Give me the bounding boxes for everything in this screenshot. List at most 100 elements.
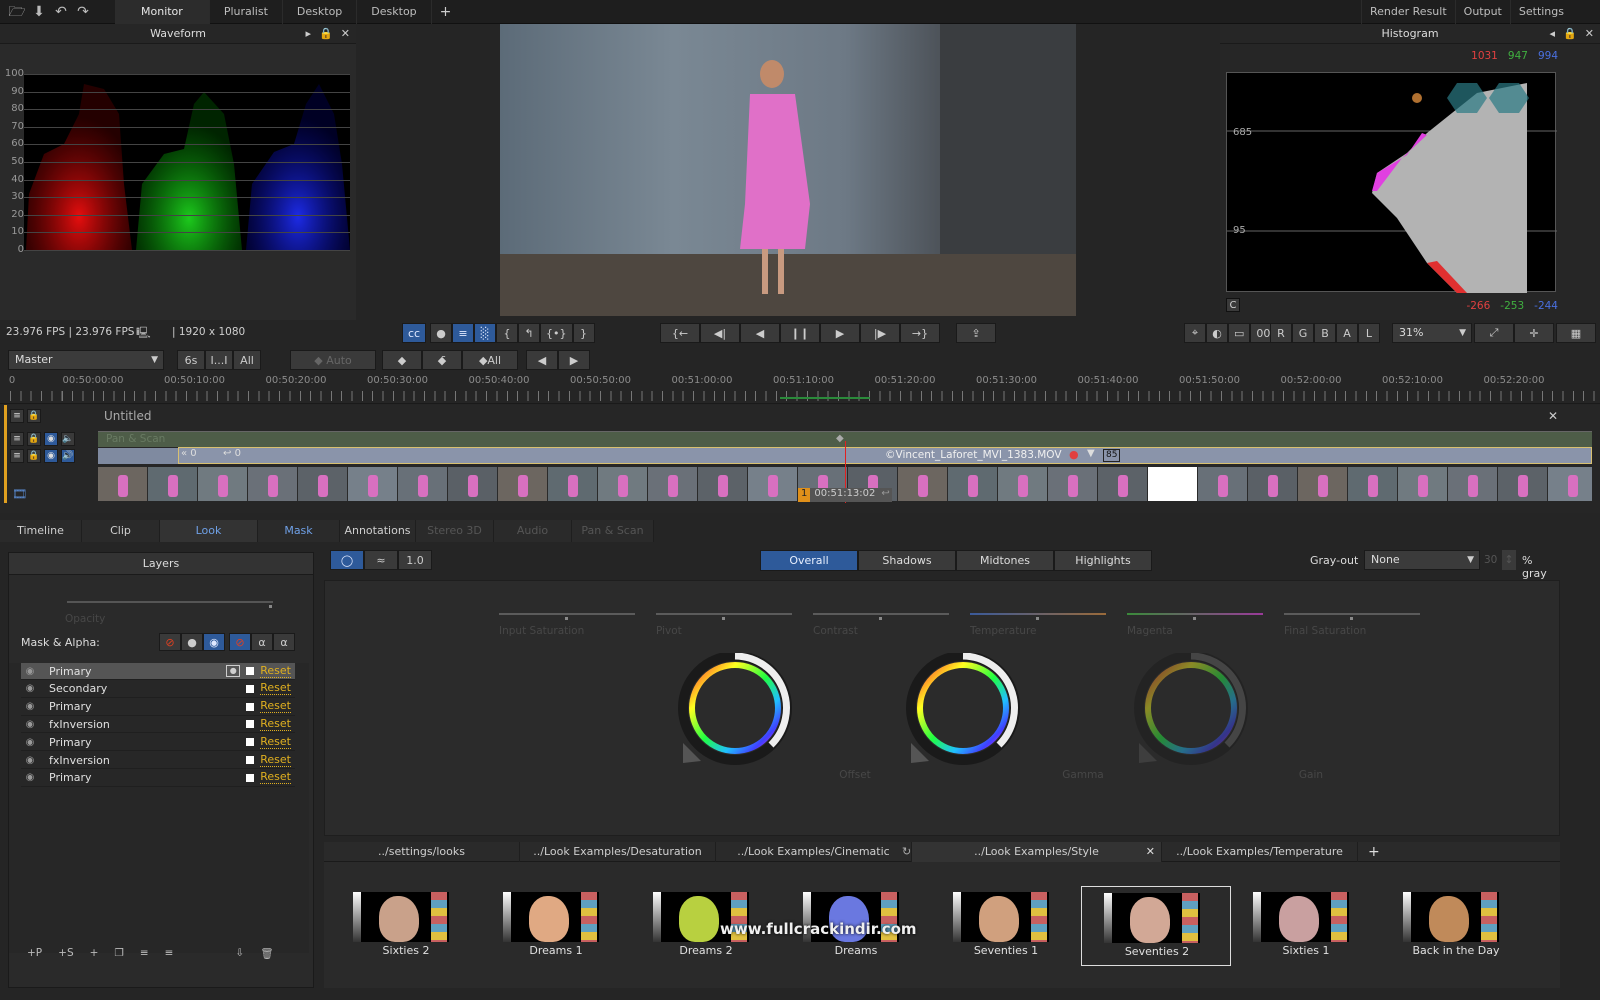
audio-waveform-icon[interactable]: ≡ — [452, 323, 474, 343]
export-frame-icon[interactable]: ⇪ — [956, 323, 996, 343]
color-wheels-mode-icon[interactable]: ◯ — [330, 550, 364, 570]
library-tab[interactable]: ↻ ../Look Examples/Style ✕ — [902, 842, 1162, 862]
delete-layer-icon[interactable]: 🗑 — [260, 947, 273, 960]
mark-out-bracket-icon[interactable]: } — [572, 323, 595, 343]
channel-r-button[interactable]: R — [1270, 323, 1292, 343]
layer-reset-button[interactable]: Reset — [260, 700, 291, 714]
mark-in-bracket-icon[interactable]: { — [496, 323, 518, 343]
slider-input-saturation[interactable]: Input Saturation — [499, 613, 635, 637]
opacity-slider-knob[interactable] — [269, 605, 272, 608]
range-overall-button[interactable]: Overall — [760, 550, 858, 571]
gray-stepper-icon[interactable]: ↕ — [1502, 550, 1516, 570]
track-lock-icon[interactable]: 🔒 — [27, 432, 41, 446]
alpha-inverted-icon[interactable]: α — [273, 633, 295, 651]
scope-toggle-icon[interactable]: ● — [430, 323, 452, 343]
go-to-end-icon[interactable]: →} — [900, 323, 940, 343]
layer-reset-button[interactable]: Reset — [260, 682, 291, 696]
layer-color-swatch[interactable] — [246, 773, 255, 782]
workspace-tab-monitor[interactable]: Monitor — [115, 0, 210, 24]
play-icon[interactable]: ▶ — [820, 323, 860, 343]
slider-final-saturation[interactable]: Final Saturation — [1284, 613, 1420, 637]
close-tab-icon[interactable]: ✕ — [1146, 842, 1155, 862]
slider-knob[interactable] — [1036, 617, 1039, 620]
collapse-icon[interactable]: ◂ — [1550, 24, 1556, 44]
eye-icon[interactable]: ◉ — [21, 683, 39, 694]
slider-pivot[interactable]: Pivot — [656, 613, 792, 637]
save-download-icon[interactable]: ⬇ — [30, 3, 48, 21]
slider-knob[interactable] — [1350, 617, 1353, 620]
look-preset[interactable]: Sixties 1 — [1231, 886, 1381, 966]
module-tab-audio[interactable]: Audio — [494, 520, 572, 542]
eye-icon[interactable]: ◉ — [21, 719, 39, 730]
slider-knob[interactable] — [1193, 617, 1196, 620]
opacity-slider[interactable] — [67, 601, 273, 603]
library-tab[interactable]: ../Look Examples/Temperature — [1162, 842, 1358, 862]
track-audio-muted-icon[interactable]: 🔈 — [61, 432, 75, 446]
look-preset[interactable]: Back in the Day — [1381, 886, 1531, 966]
layer-reset-button[interactable]: Reset — [260, 771, 291, 785]
next-keyframe-icon[interactable]: ▶ — [558, 350, 590, 370]
expand-icon[interactable]: ▸ — [306, 24, 312, 44]
curves-mode-icon[interactable]: ≈ — [364, 550, 398, 570]
range-shadows-button[interactable]: Shadows — [858, 550, 956, 571]
settings-tab[interactable]: Settings — [1509, 0, 1572, 24]
range-6s-button[interactable]: 6s — [177, 350, 205, 370]
track-menu-icon[interactable]: ≡ — [10, 409, 24, 423]
layer-reset-button[interactable]: Reset — [260, 735, 291, 749]
layer-color-swatch[interactable] — [246, 738, 255, 747]
fit-to-window-icon[interactable]: ⤢ — [1474, 323, 1514, 343]
library-tab[interactable]: ../Look Examples/Cinematic — [716, 842, 912, 862]
module-tab-pan-scan[interactable]: Pan & Scan — [572, 520, 654, 542]
slider-track[interactable] — [656, 613, 792, 615]
slider-knob[interactable] — [879, 617, 882, 620]
mask-off-icon[interactable]: ⊘ — [159, 633, 181, 651]
module-tab-stereo-3d[interactable]: Stereo 3D — [416, 520, 494, 542]
output-tab[interactable]: Output — [1454, 0, 1510, 24]
module-tab-timeline[interactable]: Timeline — [0, 520, 82, 542]
layer-color-swatch[interactable] — [246, 684, 255, 693]
next-frame-icon[interactable]: |▶ — [860, 323, 900, 343]
eye-icon[interactable]: ◉ — [21, 755, 39, 766]
grayout-select[interactable]: None ▼ — [1364, 550, 1480, 570]
numeric-mode-icon[interactable]: 1.0 — [398, 550, 432, 570]
look-preset[interactable]: Seventies 1 — [931, 886, 1081, 966]
workspace-tab-desktop[interactable]: Desktop — [283, 0, 358, 24]
channel-a-button[interactable]: A — [1336, 323, 1358, 343]
mask-view-icon[interactable]: ◐ — [1206, 323, 1228, 343]
layer-row[interactable]: ◉ Primary Reset — [21, 734, 295, 752]
range-highlights-button[interactable]: Highlights — [1054, 550, 1152, 571]
mask-inverted-icon[interactable]: ◉ — [203, 633, 225, 651]
alpha-off-icon[interactable]: ⊘ — [229, 633, 251, 651]
delete-keyframe-icon[interactable]: ◆̄ — [422, 350, 462, 370]
duplicate-layer-icon[interactable]: ❐ — [114, 947, 123, 960]
range-midtones-button[interactable]: Midtones — [956, 550, 1054, 571]
layer-reset-button[interactable]: Reset — [260, 717, 291, 731]
previous-frame-icon[interactable]: ◀| — [700, 323, 740, 343]
keyframe-all-button[interactable]: ◆ All — [462, 350, 518, 370]
range-inout-button[interactable]: I...I — [205, 350, 233, 370]
step-back-icon[interactable]: ↰ — [518, 323, 540, 343]
crop-icon[interactable]: ⌖ — [1184, 323, 1206, 343]
module-tab-clip[interactable]: Clip — [82, 520, 160, 542]
module-tab-annotations[interactable]: Annotations — [340, 520, 416, 542]
slider-track[interactable] — [1284, 613, 1420, 615]
module-tab-look[interactable]: Look — [160, 520, 258, 542]
timeline-ruler[interactable]: 0 00:50:00:00 00:50:10:00 00:50:20:00 00:50:… — [0, 372, 1600, 404]
layer-row[interactable]: ◉ Primary ● Reset — [21, 663, 295, 680]
add-layer-icon[interactable]: + — [90, 947, 99, 960]
layer-color-swatch[interactable] — [246, 667, 255, 675]
color-wheel-gain[interactable]: Gain — [1131, 651, 1323, 781]
slider-magenta[interactable]: Magenta — [1127, 613, 1263, 637]
lock-icon[interactable]: 🔒 — [1563, 24, 1577, 44]
layer-color-swatch[interactable] — [246, 756, 255, 764]
safe-area-icon[interactable]: ▭ — [1228, 323, 1251, 343]
layer-up-icon[interactable]: ≡ — [140, 947, 149, 960]
keyframe-diamond-icon[interactable]: ◆ — [836, 433, 844, 444]
alpha-icon[interactable]: α — [251, 633, 273, 651]
look-preset[interactable]: Sixties 2 — [331, 886, 481, 966]
color-wheel-offset[interactable]: Offset — [675, 651, 871, 781]
add-library-tab-button[interactable]: + — [1368, 842, 1380, 862]
channel-g-button[interactable]: G — [1292, 323, 1314, 343]
layer-row[interactable]: ◉ Primary Reset — [21, 699, 295, 716]
video-frame[interactable] — [500, 24, 1076, 316]
